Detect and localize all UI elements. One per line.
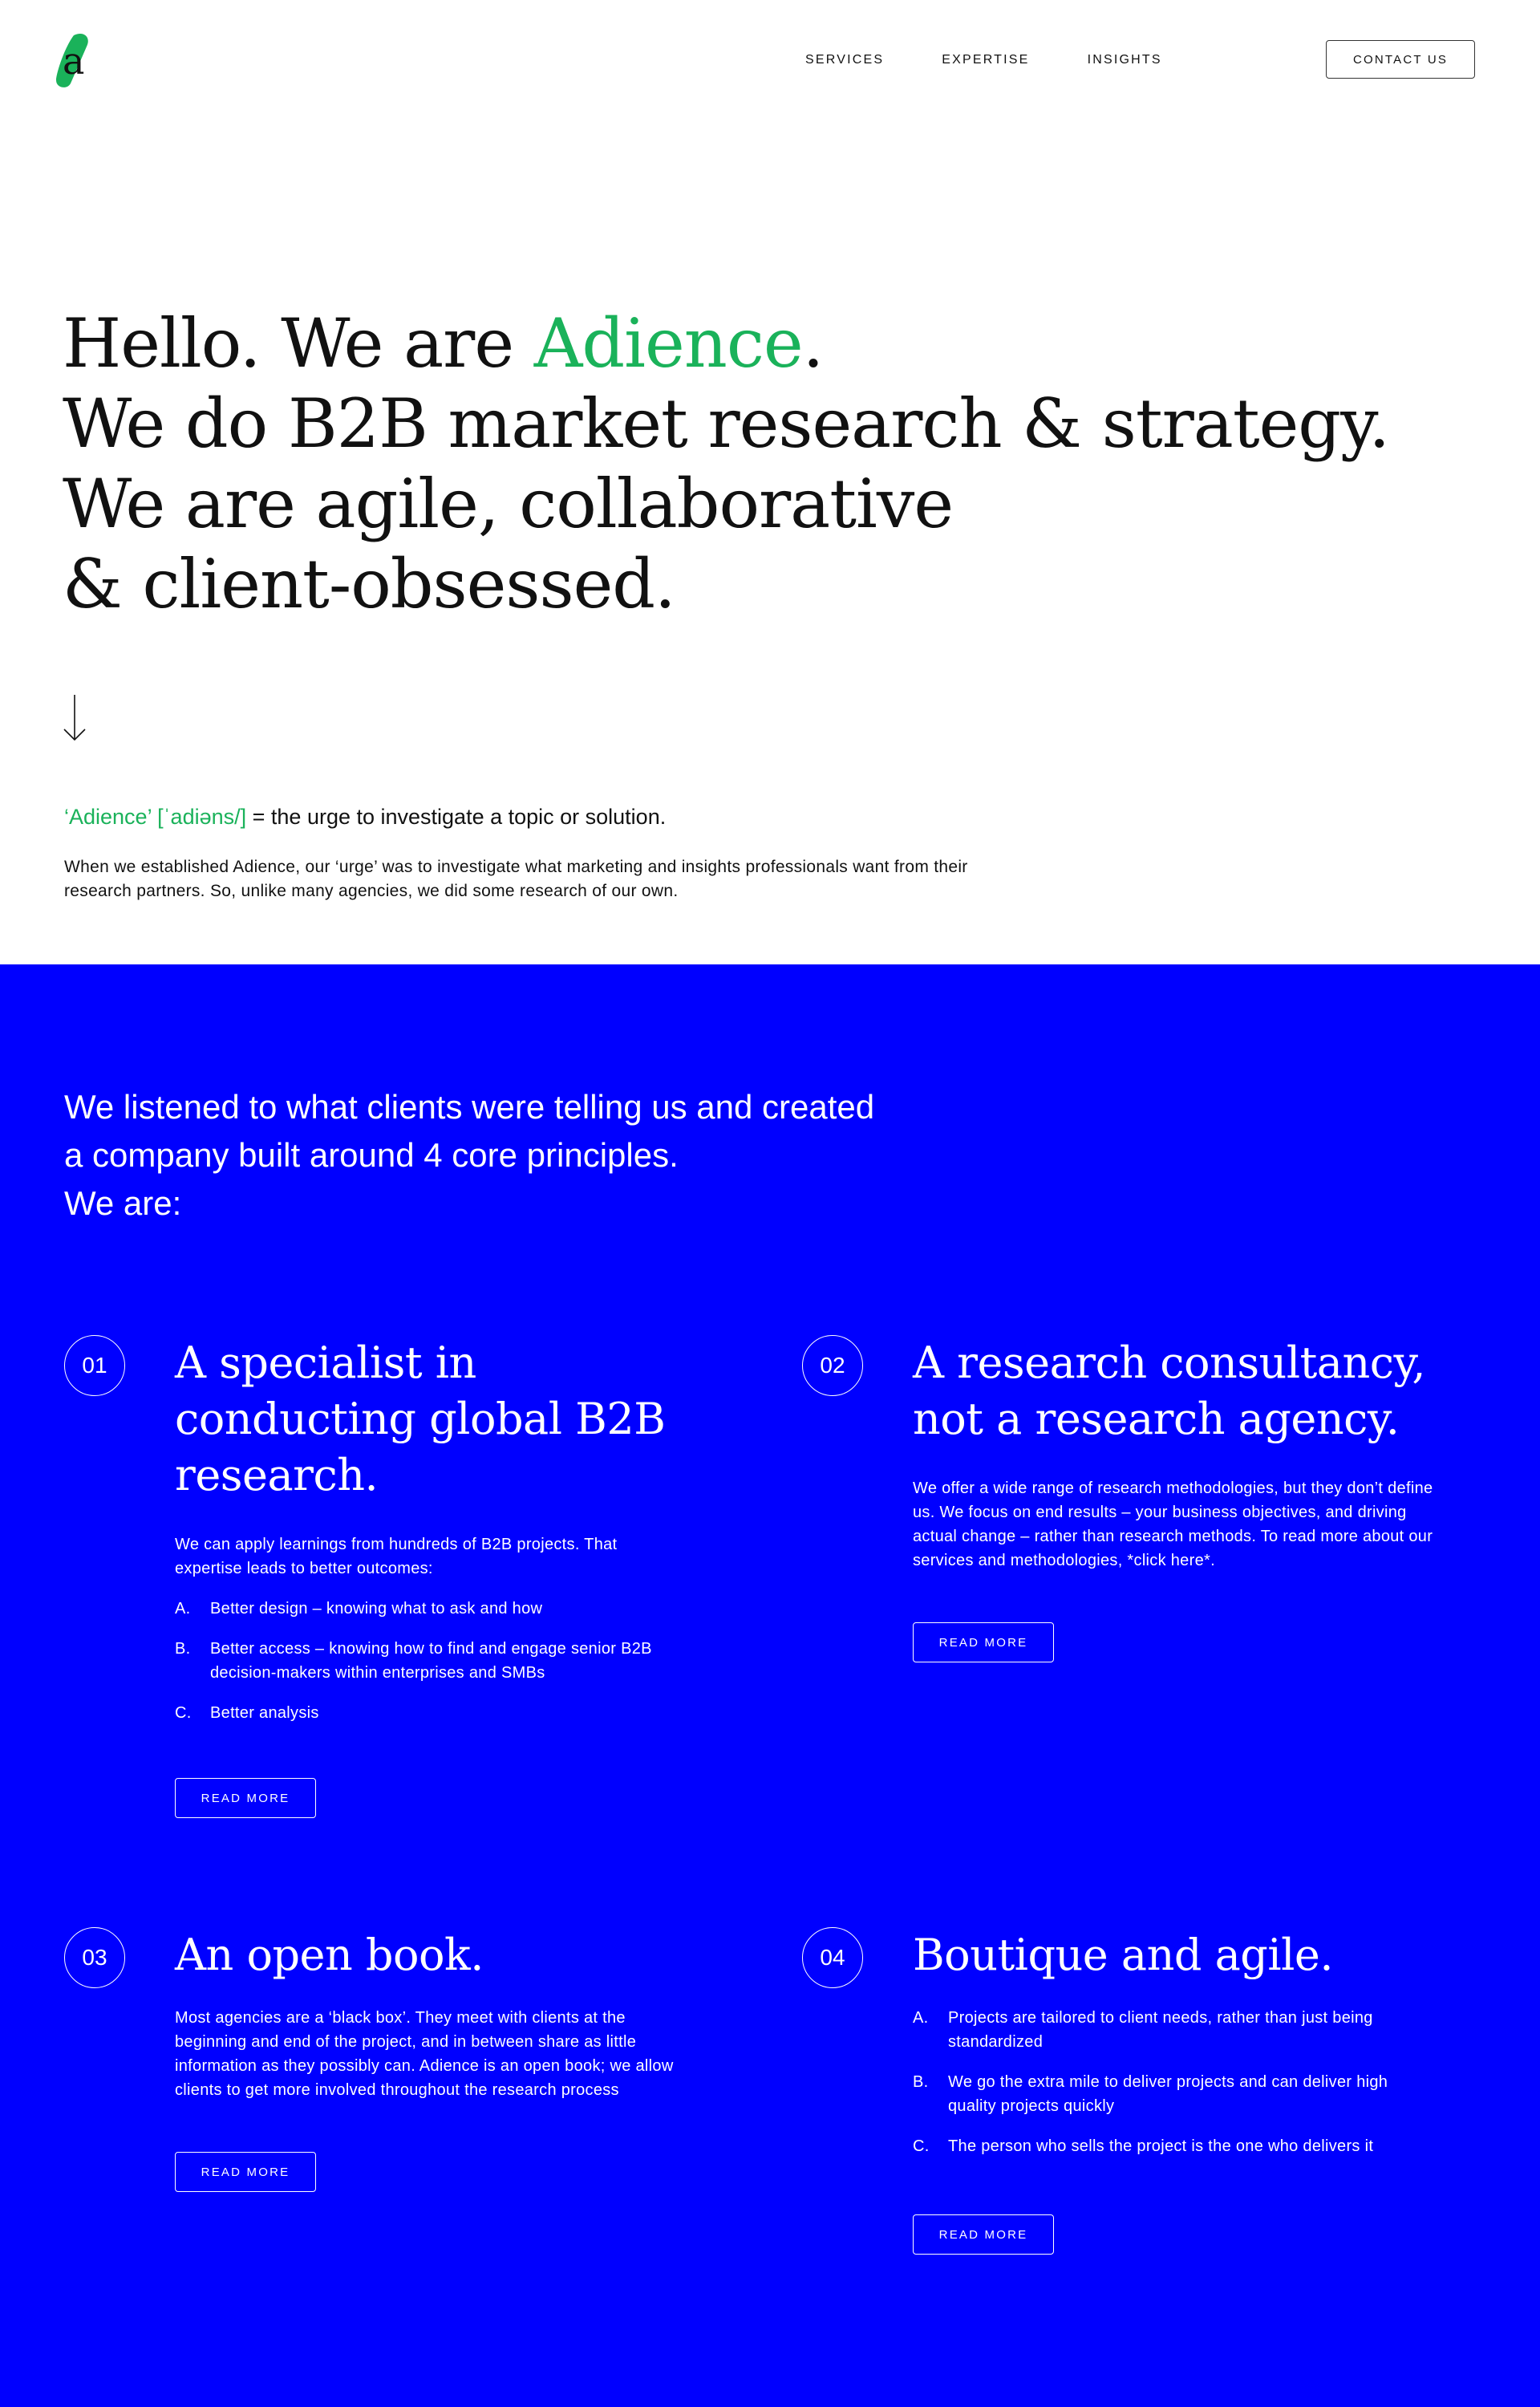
contact-us-button[interactable]: CONTACT US bbox=[1326, 40, 1475, 79]
list-letter: B. bbox=[913, 2073, 929, 2091]
hero-line1-prefix: Hello. We are bbox=[63, 304, 534, 383]
principle-title: An open book. bbox=[175, 1930, 484, 1980]
nav-insights[interactable]: INSIGHTS bbox=[1088, 53, 1162, 67]
list-text: Projects are tailored to client needs, r… bbox=[948, 2009, 1373, 2051]
principle-text: Most agencies are a ‘black box’. They me… bbox=[175, 2009, 674, 2099]
list-text: Better design – knowing what to ask and … bbox=[210, 1600, 543, 1618]
brand-name: Adience bbox=[533, 304, 804, 383]
hero-line4: & client-obsessed. bbox=[63, 545, 676, 623]
principles-section: We listened to what clients were telling… bbox=[0, 964, 1540, 2407]
adience-logo[interactable]: a bbox=[53, 32, 95, 90]
read-more-button[interactable]: READ MORE bbox=[913, 1622, 1054, 1662]
hero-line3: We are agile, collaborative bbox=[63, 465, 954, 543]
list-letter: A. bbox=[913, 2009, 929, 2027]
principle-body: A specialist in conducting global B2B re… bbox=[175, 1335, 688, 1818]
hero-line2: We do B2B market research & strategy. bbox=[63, 384, 1390, 463]
principle-list: A. Projects are tailored to client needs,… bbox=[913, 2006, 1426, 2158]
definition-term: ‘Adience’ [ˈadiəns/] bbox=[64, 805, 247, 829]
principle-number-badge: 01 bbox=[64, 1335, 125, 1396]
list-text: We go the extra mile to deliver projects… bbox=[948, 2073, 1388, 2115]
principle-text: We can apply learnings from hundreds of … bbox=[175, 1536, 618, 1577]
read-more-button[interactable]: READ MORE bbox=[913, 2214, 1054, 2255]
principle-body: Boutique and agile. A. Projects are tailo… bbox=[913, 1927, 1426, 2255]
arrow-down-icon[interactable] bbox=[63, 695, 87, 741]
principle-number-badge: 03 bbox=[64, 1927, 125, 1988]
logo-letter: a bbox=[63, 39, 84, 83]
hero-headline: Hello. We are Adience. We do B2B market … bbox=[63, 303, 1426, 624]
list-item: B. Better access – knowing how to find an… bbox=[175, 1637, 688, 1685]
principle-list: A. Better design – knowing what to ask an… bbox=[175, 1597, 688, 1725]
hero-line1-suffix: . bbox=[802, 304, 825, 383]
definition-meaning: = the urge to investigate a topic or sol… bbox=[246, 805, 667, 829]
site-header: a SERVICES EXPERTISE INSIGHTS CONTACT US bbox=[0, 0, 1540, 120]
intro-paragraph: When we established Adience, our ‘urge’ … bbox=[64, 858, 968, 900]
principle-title: A research consultancy, not a research a… bbox=[913, 1337, 1426, 1444]
principles-intro: We listened to what clients were telling… bbox=[64, 1083, 987, 1228]
list-letter: B. bbox=[175, 1640, 191, 1658]
list-item: A. Projects are tailored to client needs,… bbox=[913, 2006, 1426, 2054]
principle-text: We offer a wide range of research method… bbox=[913, 1480, 1433, 1569]
list-text: Better access – knowing how to find and … bbox=[210, 1640, 652, 1682]
nav-services[interactable]: SERVICES bbox=[805, 53, 884, 67]
list-letter: C. bbox=[175, 1704, 192, 1722]
read-more-button[interactable]: READ MORE bbox=[175, 2152, 316, 2192]
list-item: B. We go the extra mile to deliver projec… bbox=[913, 2070, 1426, 2118]
principles-intro-line1: We listened to what clients were telling… bbox=[64, 1088, 875, 1126]
list-text: The person who sells the project is the … bbox=[948, 2137, 1374, 2155]
principle-title: A specialist in conducting global B2B re… bbox=[175, 1337, 666, 1500]
principles-intro-line2: a company built around 4 core principles… bbox=[64, 1136, 679, 1174]
list-text: Better analysis bbox=[210, 1704, 319, 1722]
list-item: C. Better analysis bbox=[175, 1701, 688, 1725]
principle-number-badge: 02 bbox=[802, 1335, 863, 1396]
principle-body: An open book. Most agencies are a ‘black… bbox=[175, 1927, 688, 2192]
principles-intro-line3: We are: bbox=[64, 1184, 182, 1222]
list-item: C. The person who sells the project is th… bbox=[913, 2134, 1426, 2158]
read-more-button[interactable]: READ MORE bbox=[175, 1778, 316, 1818]
principle-body: A research consultancy, not a research a… bbox=[913, 1335, 1433, 1662]
principle-number-badge: 04 bbox=[802, 1927, 863, 1988]
nav-expertise[interactable]: EXPERTISE bbox=[942, 53, 1029, 67]
list-letter: A. bbox=[175, 1600, 191, 1618]
principle-title: Boutique and agile. bbox=[913, 1930, 1334, 1980]
list-item: A. Better design – knowing what to ask an… bbox=[175, 1597, 688, 1621]
main-nav: SERVICES EXPERTISE INSIGHTS bbox=[805, 53, 1220, 67]
adience-definition: ‘Adience’ [ˈadiəns/] = the urge to inves… bbox=[64, 805, 666, 830]
list-letter: C. bbox=[913, 2137, 930, 2155]
